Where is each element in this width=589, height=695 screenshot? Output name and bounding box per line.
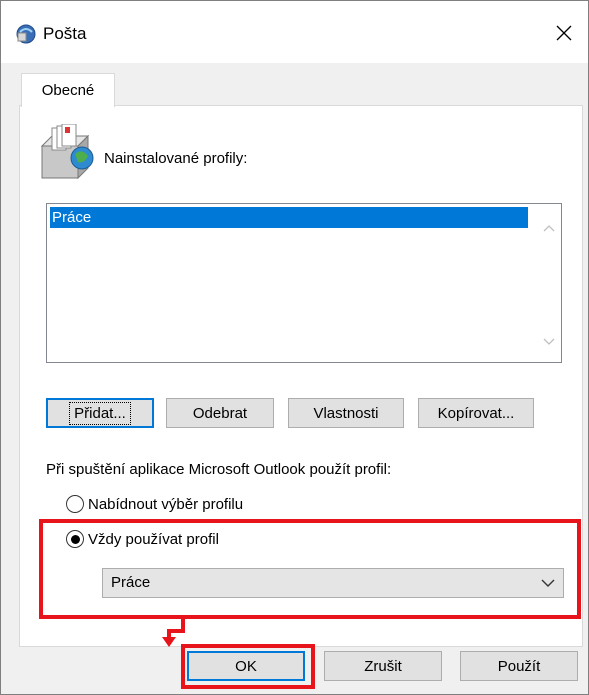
- remove-profile-button[interactable]: Odebrat: [166, 398, 274, 428]
- always-use-profile-radio[interactable]: Vždy používat profil: [66, 530, 219, 548]
- add-profile-button[interactable]: Přidat...: [46, 398, 154, 428]
- profile-select[interactable]: Práce: [102, 568, 564, 598]
- profiles-listbox[interactable]: Práce: [46, 203, 562, 363]
- apply-button[interactable]: Použít: [460, 651, 578, 681]
- title-bar: Pošta: [1, 1, 588, 63]
- prompt-profile-label: Nabídnout výběr profilu: [88, 495, 244, 513]
- profile-list-item[interactable]: Práce: [50, 207, 528, 228]
- mail-profiles-icon: [40, 124, 94, 180]
- listbox-scrollbar[interactable]: [537, 204, 561, 362]
- chevron-down-icon: [543, 338, 555, 345]
- prompt-profile-radio[interactable]: Nabídnout výběr profilu: [66, 495, 243, 513]
- chevron-up-icon: [543, 225, 555, 232]
- radio-checked-icon: [66, 530, 84, 548]
- scroll-up-button[interactable]: [537, 216, 561, 240]
- radio-unchecked-icon: [66, 495, 84, 513]
- copy-profile-button[interactable]: Kopírovat...: [418, 398, 534, 428]
- profile-properties-button[interactable]: Vlastnosti: [288, 398, 404, 428]
- chevron-down-icon: [541, 579, 555, 587]
- tab-general[interactable]: Obecné: [21, 73, 115, 107]
- add-profile-label: Přidat...: [69, 401, 131, 425]
- mail-app-icon: [16, 24, 36, 44]
- profile-select-value: Práce: [111, 574, 151, 591]
- scroll-down-button[interactable]: [537, 330, 561, 354]
- window-title: Pošta: [43, 24, 87, 43]
- general-tab-panel: Nainstalované profily: Práce Přidat... O…: [19, 105, 583, 647]
- mail-dialog: Pošta Obecné Nainstalované profily: Prác…: [0, 0, 589, 695]
- startup-profile-label: Při spuštění aplikace Microsoft Outlook …: [46, 461, 392, 478]
- ok-label: OK: [235, 657, 257, 675]
- ok-button[interactable]: OK: [187, 651, 305, 681]
- installed-profiles-label: Nainstalované profily:: [104, 150, 248, 167]
- always-use-profile-label: Vždy používat profil: [88, 530, 219, 548]
- close-icon: [556, 25, 572, 41]
- cancel-button[interactable]: Zrušit: [324, 651, 442, 681]
- close-button[interactable]: [546, 15, 582, 51]
